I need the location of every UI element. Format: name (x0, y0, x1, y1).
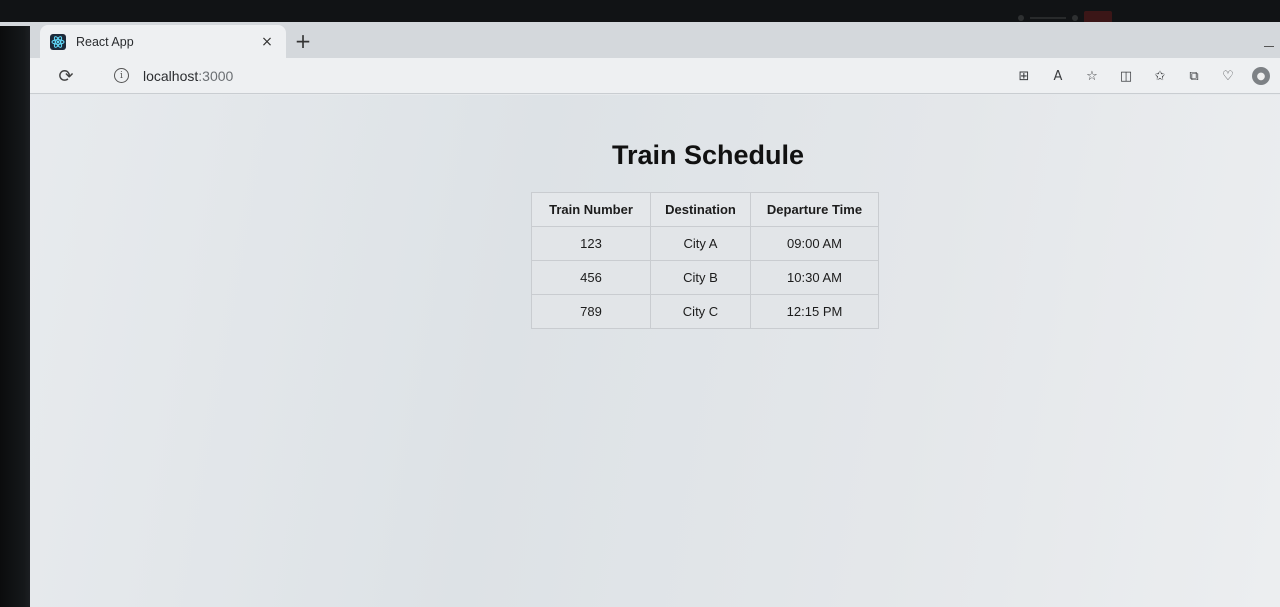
monitor-bezel-left (0, 26, 30, 607)
page-title: Train Schedule (611, 140, 805, 170)
url-port: :3000 (198, 67, 234, 84)
browser-window: React App × + ← ⟳ i localhost:3000 ⊞ A ☆… (0, 22, 1280, 607)
cell-departure-time: 09:00 AM (750, 226, 879, 261)
page-viewport: Train Schedule Train Number Destination … (0, 95, 1280, 607)
favorites-icon[interactable]: ✩ (1150, 66, 1170, 86)
tab-bar: React App × + (0, 22, 1280, 58)
table-header-row: Train Number Destination Departure Time (531, 192, 879, 227)
train-schedule-table: Train Number Destination Departure Time … (531, 192, 879, 329)
header-train-number: Train Number (531, 192, 651, 227)
toolbar-icons: ⊞ A ☆ ◫ ✩ ⧉ ♡ ● (1014, 64, 1270, 88)
react-logo-icon (50, 33, 66, 50)
cell-destination: City B (650, 260, 751, 295)
url-host: localhost (143, 67, 199, 84)
header-destination: Destination (650, 192, 751, 227)
apps-icon[interactable]: ⊞ (1014, 66, 1034, 86)
cell-departure-time: 10:30 AM (750, 260, 879, 295)
cell-train-number: 789 (531, 294, 651, 329)
url-text: localhost:3000 (143, 68, 233, 84)
url-field[interactable]: i localhost:3000 (100, 61, 990, 90)
tab-title: React App (76, 34, 134, 49)
collections-icon[interactable]: ⧉ (1184, 66, 1204, 86)
profile-avatar-icon[interactable]: ● (1252, 67, 1270, 85)
header-departure-time: Departure Time (750, 192, 879, 227)
split-screen-icon[interactable]: ◫ (1116, 66, 1136, 86)
cell-train-number: 456 (531, 260, 651, 295)
site-info-icon[interactable]: i (114, 68, 129, 83)
cell-destination: City A (650, 226, 751, 261)
table-row: 789 City C 12:15 PM (531, 294, 879, 329)
cell-destination: City C (650, 294, 751, 329)
extensions-icon[interactable]: ♡ (1218, 66, 1238, 86)
cell-departure-time: 12:15 PM (750, 294, 879, 329)
new-tab-button[interactable]: + (292, 30, 314, 52)
reload-button[interactable]: ⟳ (52, 62, 80, 90)
minimize-icon[interactable] (1264, 46, 1274, 47)
address-bar: ← ⟳ i localhost:3000 ⊞ A ☆ ◫ ✩ ⧉ ♡ ● (0, 58, 1280, 94)
table-row: 456 City B 10:30 AM (531, 260, 879, 295)
read-aloud-icon[interactable]: A (1048, 66, 1068, 86)
cell-train-number: 123 (531, 226, 651, 261)
table-row: 123 City A 09:00 AM (531, 226, 879, 261)
tab-react-app[interactable]: React App × (40, 25, 286, 58)
close-tab-icon[interactable]: × (258, 33, 276, 51)
favorite-star-icon[interactable]: ☆ (1082, 66, 1102, 86)
